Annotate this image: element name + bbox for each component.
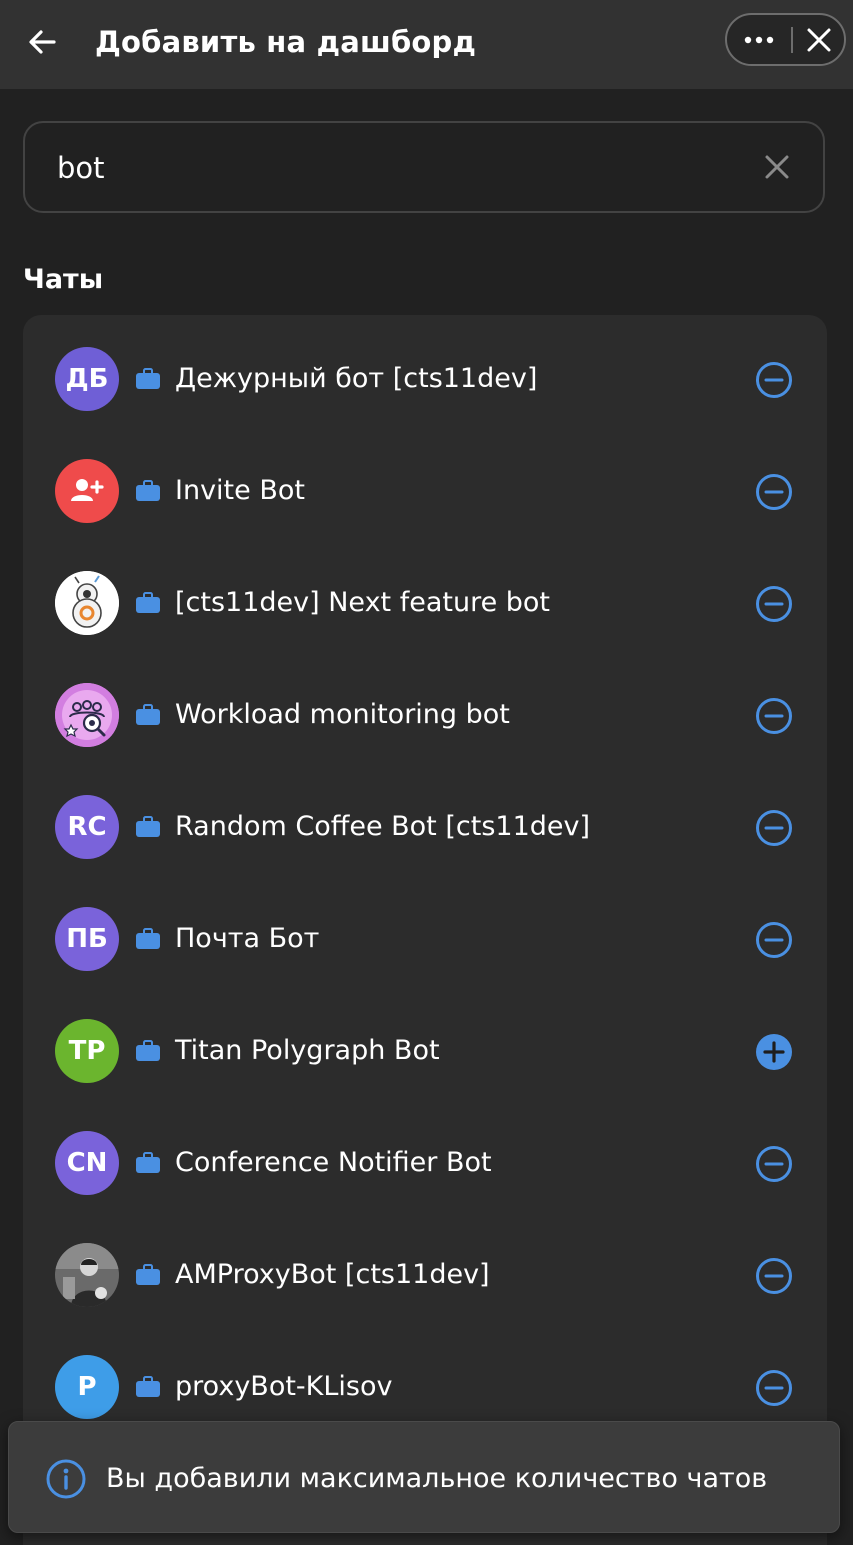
avatar-initials: P	[77, 1372, 97, 1402]
chat-row[interactable]: AMProxyBot [cts11dev]	[23, 1211, 827, 1323]
search-box	[23, 121, 825, 213]
chat-row[interactable]: PproxyBot-KLisov	[23, 1323, 827, 1435]
header-bar: Добавить на дашборд	[0, 0, 853, 89]
section-title-chats: Чаты	[23, 264, 104, 295]
add-user-icon	[55, 459, 119, 523]
minus-circle-icon	[755, 473, 793, 511]
briefcase-icon	[136, 928, 160, 949]
chat-row[interactable]: Workload monitoring bot	[23, 651, 827, 763]
minus-circle-icon	[755, 361, 793, 399]
briefcase-icon	[136, 704, 160, 725]
avatar: CN	[55, 1131, 119, 1195]
plus-circle-icon	[755, 1033, 793, 1071]
add-chat-button[interactable]	[753, 1031, 795, 1073]
avatar: ПБ	[55, 907, 119, 971]
minus-circle-icon	[755, 1369, 793, 1407]
page-title: Добавить на дашборд	[95, 25, 477, 59]
remove-chat-button[interactable]	[753, 1143, 795, 1185]
more-button[interactable]	[727, 15, 791, 64]
avatar-initials: RC	[67, 812, 107, 842]
chat-row[interactable]: [cts11dev] Next feature bot	[23, 539, 827, 651]
avatar-initials: CN	[66, 1148, 108, 1178]
chat-row[interactable]: TP Titan Polygraph Bot	[23, 987, 827, 1099]
briefcase-icon	[136, 816, 160, 837]
close-icon	[807, 28, 830, 51]
minus-circle-icon	[755, 1145, 793, 1183]
chat-row[interactable]: Invite Bot	[23, 427, 827, 539]
back-button[interactable]	[22, 22, 62, 62]
more-horizontal-icon	[744, 36, 774, 43]
remove-chat-button[interactable]	[753, 807, 795, 849]
chat-row[interactable]: ДБ Дежурный бот [cts11dev]	[23, 315, 827, 427]
avatar-image	[55, 1243, 119, 1307]
remove-chat-button[interactable]	[753, 1255, 795, 1297]
arrow-left-icon	[29, 30, 56, 54]
briefcase-icon	[136, 1040, 160, 1061]
remove-chat-button[interactable]	[753, 695, 795, 737]
toast-notification: Вы добавили максимальное количество чато…	[8, 1421, 840, 1533]
remove-chat-button[interactable]	[753, 471, 795, 513]
chat-name: Invite Bot	[175, 475, 305, 506]
avatar: RC	[55, 795, 119, 859]
briefcase-icon	[136, 1152, 160, 1173]
toast-text: Вы добавили максимальное количество чато…	[106, 1463, 768, 1494]
minus-circle-icon	[755, 921, 793, 959]
briefcase-icon	[136, 480, 160, 501]
chat-row[interactable]: RC Random Coffee Bot [cts11dev]	[23, 763, 827, 875]
chat-name: Workload monitoring bot	[175, 699, 510, 730]
minus-circle-icon	[755, 809, 793, 847]
chat-row[interactable]: CN Conference Notifier Bot	[23, 1099, 827, 1211]
briefcase-icon	[136, 1376, 160, 1397]
avatar: ДБ	[55, 347, 119, 411]
chat-name: AMProxyBot [cts11dev]	[175, 1259, 490, 1290]
chat-name: Дежурный бот [cts11dev]	[175, 363, 538, 394]
minus-circle-icon	[755, 697, 793, 735]
avatar-image	[55, 571, 119, 635]
window-controls	[725, 13, 846, 66]
chat-name: Random Coffee Bot [cts11dev]	[175, 811, 591, 842]
avatar: TP	[55, 1019, 119, 1083]
chat-list: ДБ Дежурный бот [cts11dev] Invite Bot [cts1…	[23, 315, 827, 1545]
avatar-initials: ДБ	[65, 364, 109, 394]
minus-circle-icon	[755, 1257, 793, 1295]
info-icon	[46, 1459, 86, 1499]
minus-circle-icon	[755, 585, 793, 623]
chat-name: [cts11dev] Next feature bot	[175, 587, 551, 618]
remove-chat-button[interactable]	[753, 359, 795, 401]
search-input[interactable]	[57, 143, 737, 193]
avatar-initials: TP	[68, 1036, 106, 1066]
remove-chat-button[interactable]	[753, 1367, 795, 1409]
close-button[interactable]	[793, 15, 844, 64]
chat-name: Почта Бот	[175, 923, 320, 954]
avatar: P	[55, 1355, 119, 1419]
briefcase-icon	[136, 368, 160, 389]
briefcase-icon	[136, 1264, 160, 1285]
remove-chat-button[interactable]	[753, 919, 795, 961]
chat-name: Titan Polygraph Bot	[175, 1035, 440, 1066]
briefcase-icon	[136, 592, 160, 613]
search-clear-button[interactable]	[757, 147, 797, 187]
chat-name: proxyBot-KLisov	[175, 1371, 393, 1402]
clear-icon	[765, 155, 789, 179]
remove-chat-button[interactable]	[753, 583, 795, 625]
chat-name: Conference Notifier Bot	[175, 1147, 492, 1178]
chat-row[interactable]: ПБ Почта Бот	[23, 875, 827, 987]
avatar-initials: ПБ	[66, 924, 108, 954]
avatar-image	[55, 683, 119, 747]
